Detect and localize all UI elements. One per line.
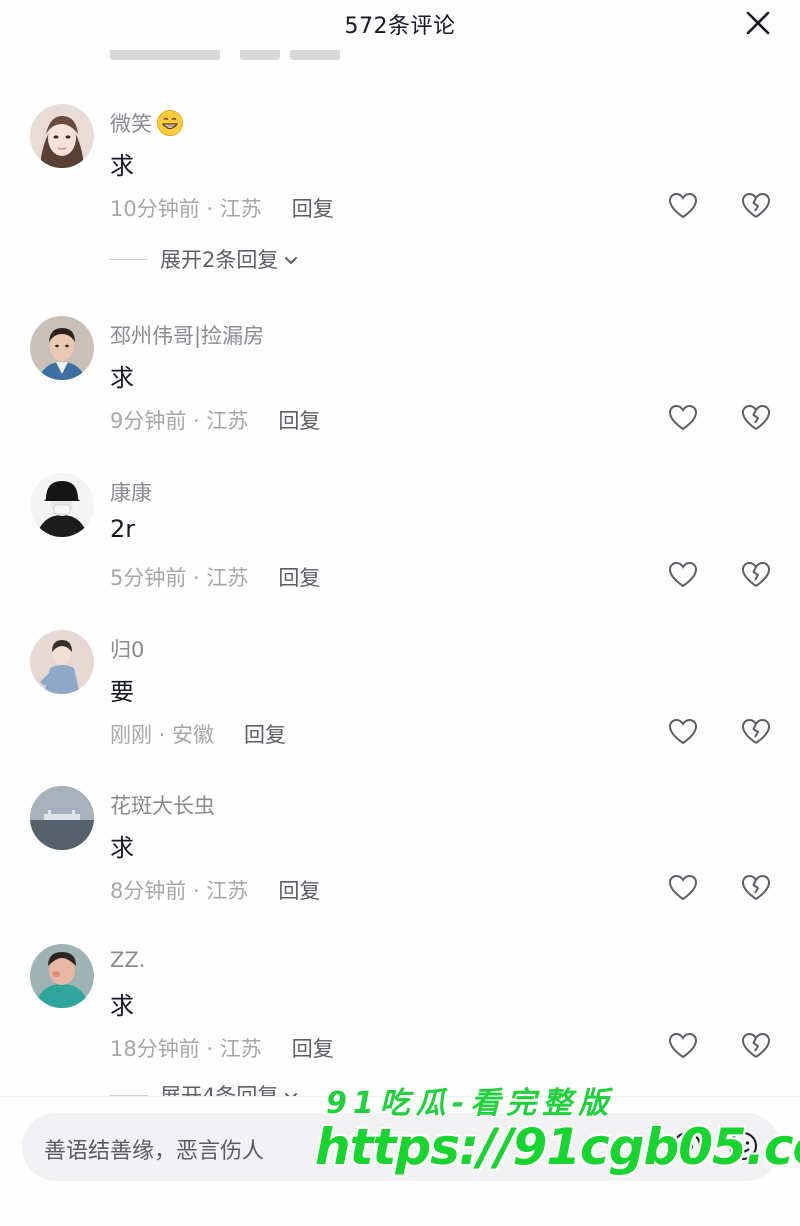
reply-button[interactable]: 回复 — [278, 875, 320, 905]
reply-button[interactable]: 回复 — [292, 193, 334, 223]
heart-icon[interactable] — [667, 716, 699, 748]
comment-item: ZZ. 求 18分钟前 · 江苏 回复 — [0, 944, 800, 1074]
comment-item: 微笑 求 10分钟前 · 江苏 回复 展开2条回复 — [0, 104, 800, 272]
comment-text: 求 — [110, 992, 134, 1020]
comments-panel: 572条评论 微笑 求 10分钟前 · 江苏 回复 展开2条回复 邳州伟哥|捡漏… — [0, 0, 800, 1226]
username[interactable]: 归0 — [110, 634, 144, 664]
comment-count-title: 572条评论 — [344, 14, 456, 39]
avatar[interactable] — [30, 944, 94, 1008]
heart-icon[interactable] — [667, 402, 699, 434]
comment-text: 求 — [110, 364, 134, 392]
time-location: 刚刚 · 安徽 — [110, 723, 215, 747]
username[interactable]: 康康 — [110, 477, 152, 507]
divider — [110, 258, 148, 260]
heart-icon[interactable] — [667, 1030, 699, 1062]
grin-emoji-icon — [156, 109, 184, 137]
reply-button[interactable]: 回复 — [278, 562, 320, 592]
time-location: 8分钟前 · 江苏 — [110, 879, 249, 903]
comment-meta: 8分钟前 · 江苏 回复 — [110, 876, 320, 904]
avatar[interactable] — [30, 104, 94, 168]
broken-heart-icon[interactable] — [740, 716, 772, 748]
input-placeholder: 善语结善缘，恶言伤人 — [44, 1139, 265, 1164]
reply-button[interactable]: 回复 — [244, 719, 286, 749]
comment-meta: 10分钟前 · 江苏 回复 — [110, 194, 334, 222]
avatar[interactable] — [30, 316, 94, 380]
comment-meta: 9分钟前 · 江苏 回复 — [110, 406, 320, 434]
username[interactable]: 花斑大长虫 — [110, 790, 215, 820]
time-location: 5分钟前 · 江苏 — [110, 566, 249, 590]
broken-heart-icon[interactable] — [740, 872, 772, 904]
reply-button[interactable]: 回复 — [292, 1033, 334, 1063]
username[interactable]: 微笑 — [110, 108, 184, 138]
comments-header: 572条评论 — [0, 0, 800, 50]
comment-item: 归0 要 刚刚 · 安徽 回复 — [0, 630, 800, 760]
comment-text: 要 — [110, 678, 134, 706]
comment-text: 求 — [110, 152, 134, 180]
avatar[interactable] — [30, 630, 94, 694]
comment-text: 求 — [110, 834, 134, 862]
expand-replies-button[interactable]: 展开2条回复 — [110, 244, 300, 274]
comment-item: 花斑大长虫 求 8分钟前 · 江苏 回复 — [0, 786, 800, 916]
time-location: 18分钟前 · 江苏 — [110, 1037, 262, 1061]
watermark-title: 91吃瓜-看完整版 — [326, 1086, 615, 1121]
comment-meta: 5分钟前 · 江苏 回复 — [110, 563, 320, 591]
broken-heart-icon[interactable] — [740, 402, 772, 434]
username[interactable]: 邳州伟哥|捡漏房 — [110, 320, 264, 350]
comment-item: 康康 2r 5分钟前 · 江苏 回复 — [0, 473, 800, 603]
time-location: 9分钟前 · 江苏 — [110, 409, 249, 433]
heart-icon[interactable] — [667, 559, 699, 591]
time-location: 10分钟前 · 江苏 — [110, 197, 262, 221]
heart-icon[interactable] — [667, 872, 699, 904]
broken-heart-icon[interactable] — [740, 190, 772, 222]
broken-heart-icon[interactable] — [740, 1030, 772, 1062]
avatar[interactable] — [30, 786, 94, 850]
username[interactable]: ZZ. — [110, 948, 145, 972]
comment-item: 邳州伟哥|捡漏房 求 9分钟前 · 江苏 回复 — [0, 316, 800, 446]
broken-heart-icon[interactable] — [740, 559, 772, 591]
reply-button[interactable]: 回复 — [278, 405, 320, 435]
comment-meta: 18分钟前 · 江苏 回复 — [110, 1034, 334, 1062]
avatar[interactable] — [30, 473, 94, 537]
chevron-down-icon — [282, 250, 300, 268]
comment-meta: 刚刚 · 安徽 回复 — [110, 720, 286, 748]
comment-text: 2r — [110, 515, 136, 543]
heart-icon[interactable] — [667, 190, 699, 222]
watermark-url: https://91cgb05.com — [315, 1118, 800, 1176]
close-icon[interactable] — [743, 8, 773, 38]
